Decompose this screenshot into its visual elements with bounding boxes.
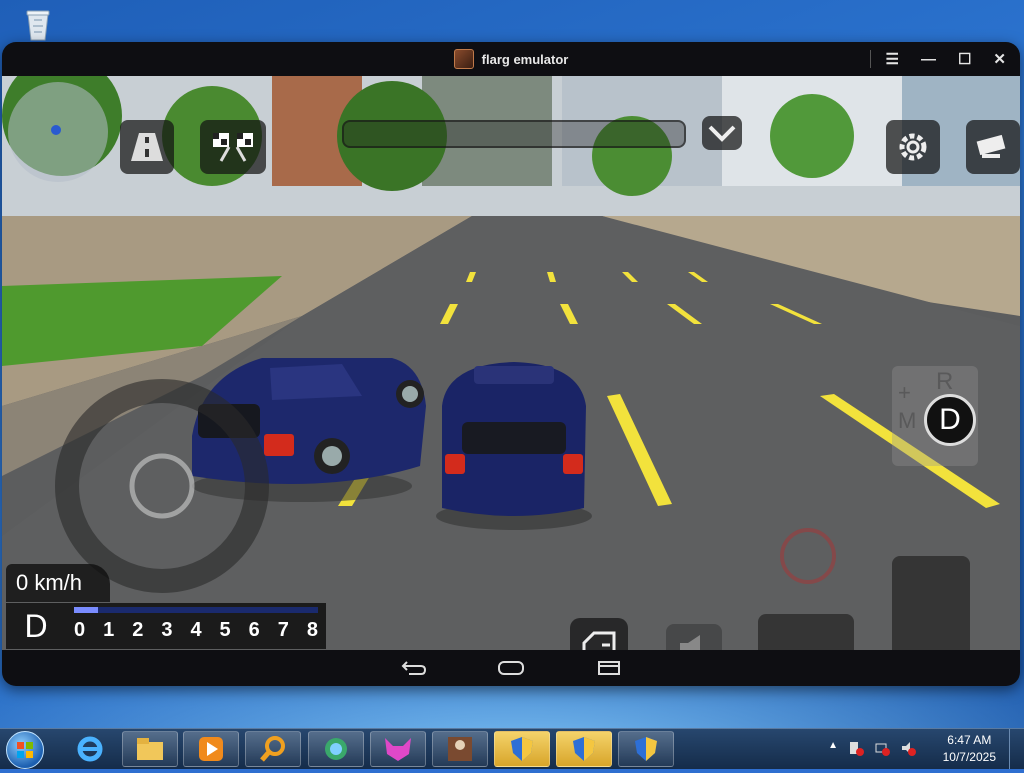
volume-muted-icon[interactable]	[900, 740, 916, 756]
minimize-button[interactable]: —	[921, 51, 936, 68]
rpm-tick: 1	[103, 619, 115, 641]
rpm-tick: 6	[248, 619, 260, 641]
rpm-tick: 3	[161, 619, 173, 641]
rpm-gauge: 0 1 2 3 4 5 6 7 8	[66, 603, 326, 649]
rpm-bar	[74, 607, 318, 613]
taskbar-uac-1[interactable]	[494, 731, 550, 767]
window-title: flarg emulator	[481, 51, 569, 67]
show-hidden-icons-icon[interactable]: ▲	[828, 740, 838, 756]
taskbar: ▲ 6:47 AM 10/7/2025	[0, 728, 1024, 769]
settings-button[interactable]	[886, 120, 940, 174]
taskbar-uac-2[interactable]	[556, 731, 612, 767]
network-icon[interactable]	[874, 740, 890, 756]
maximize-button[interactable]: ☐	[958, 50, 971, 68]
camera-icon	[976, 134, 1006, 158]
top-status-bar	[342, 120, 686, 148]
taskbar-fox-app[interactable]	[370, 731, 426, 767]
brake-pedal	[758, 614, 854, 650]
taskbar-browser[interactable]	[308, 731, 364, 767]
gas-pedal	[892, 556, 970, 650]
emulator-app-icon	[453, 49, 474, 69]
recycle-bin-icon[interactable]	[20, 6, 56, 42]
android-nav-bar	[2, 650, 1020, 686]
taskbar-media-player[interactable]	[183, 731, 239, 767]
start-button[interactable]	[6, 731, 44, 769]
shield-icon	[635, 737, 657, 761]
horn-button[interactable]	[666, 624, 722, 650]
race-flags-button[interactable]	[200, 120, 266, 174]
rpm-tick: 2	[132, 619, 144, 641]
camera-button[interactable]	[966, 120, 1020, 174]
current-gear: D	[6, 603, 66, 649]
magnifier-icon	[260, 736, 285, 762]
show-desktop-button[interactable]	[1009, 729, 1024, 769]
gear-icon	[899, 133, 927, 161]
system-tray: ▲	[828, 740, 916, 756]
shift-option-reverse[interactable]: R	[936, 368, 953, 396]
chevron-down-icon	[708, 125, 736, 142]
taskbar-explorer[interactable]	[122, 731, 178, 767]
system-clock[interactable]: 6:47 AM 10/7/2025	[943, 732, 996, 766]
recents-icon[interactable]	[595, 660, 623, 676]
fox-icon	[385, 738, 411, 761]
internet-explorer-icon[interactable]	[70, 733, 110, 765]
play-icon	[199, 737, 223, 761]
drive-gear-knob[interactable]: D	[924, 394, 976, 446]
shield-icon	[511, 737, 533, 761]
shift-option-manual[interactable]: M	[898, 408, 916, 434]
rpm-tick: 5	[219, 619, 231, 641]
minimap[interactable]	[8, 82, 108, 182]
back-icon[interactable]	[399, 660, 427, 676]
dropdown-button[interactable]	[702, 116, 742, 150]
action-center-icon[interactable]	[848, 740, 864, 756]
gear-shifter[interactable]: R + M D	[892, 366, 978, 466]
road-icon	[131, 133, 163, 161]
windows-logo-icon	[17, 742, 33, 758]
close-button[interactable]: ✕	[993, 50, 1006, 68]
shield-icon	[573, 737, 595, 761]
road-view-button[interactable]	[120, 120, 174, 174]
clock-date: 10/7/2025	[942, 750, 996, 764]
taskbar-flarg-emulator[interactable]	[432, 731, 488, 767]
rpm-tick: 4	[190, 619, 202, 641]
rpm-tick: 8	[306, 619, 318, 641]
rpm-tick: 7	[277, 619, 289, 641]
window-titlebar[interactable]: flarg emulator ☰ — ☐ ✕	[2, 42, 1020, 76]
rpm-tick: 0	[74, 619, 86, 641]
emulator-window: flarg emulator ☰ — ☐ ✕ R + M D 0 km/h D …	[2, 42, 1020, 686]
globe-icon	[325, 738, 347, 760]
game-viewport[interactable]: R + M D 0 km/h D 0 1 2 3 4 5 6 7 8	[2, 76, 1020, 650]
emulator-icon	[448, 737, 472, 761]
folder-icon	[137, 738, 163, 760]
home-icon[interactable]	[497, 660, 525, 676]
taskbar-uac-3[interactable]	[618, 731, 674, 767]
checkered-flags-icon	[213, 133, 253, 162]
player-car	[436, 362, 592, 530]
door-button[interactable]	[570, 618, 628, 650]
menu-icon[interactable]: ☰	[886, 50, 899, 68]
taskbar-search[interactable]	[245, 731, 301, 767]
clock-time: 6:47 AM	[947, 733, 992, 747]
horn-icon	[680, 635, 700, 650]
speedometer: 0 km/h	[6, 564, 110, 602]
shift-option-plus[interactable]: +	[898, 380, 911, 406]
car-door-icon	[582, 631, 616, 650]
